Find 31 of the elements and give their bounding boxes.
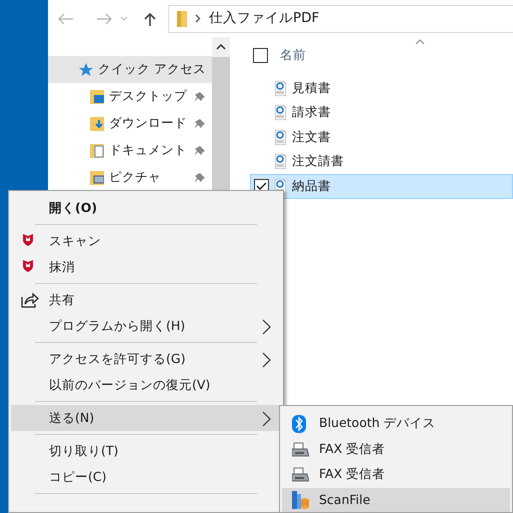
- menu-item[interactable]: 抹消: [11, 254, 281, 280]
- nav-item[interactable]: デスクトップ: [48, 83, 212, 110]
- file-row[interactable]: 請求書: [250, 100, 513, 125]
- column-header[interactable]: 名前: [280, 46, 306, 64]
- file-name: 請求書: [292, 103, 331, 122]
- address-bar[interactable]: 仕入ファイルPDF: [168, 4, 513, 32]
- menu-item[interactable]: アクセスを許可する(G): [11, 346, 281, 372]
- file-row[interactable]: 注文請書: [250, 150, 513, 174]
- file-row[interactable]: 納品書: [250, 174, 513, 198]
- nav-item[interactable]: クイック アクセス: [48, 56, 212, 83]
- menu-item[interactable]: スキャン: [11, 228, 281, 254]
- submenu-item[interactable]: Bluetooth デバイス: [282, 411, 510, 436]
- nav-item[interactable]: ドキュメント: [48, 137, 212, 164]
- submenu-item[interactable]: FAX 受信者: [282, 462, 510, 488]
- menu-item[interactable]: 以前のバージョンの復元(V): [11, 372, 281, 398]
- menu-item[interactable]: 送る(N): [11, 405, 281, 431]
- menu-item[interactable]: 共有: [11, 287, 281, 313]
- file-name: 納品書: [292, 176, 331, 195]
- file-row[interactable]: 注文書: [250, 125, 513, 150]
- nav-item[interactable]: ピクチャ: [48, 164, 212, 191]
- nav-item[interactable]: ダウンロード: [48, 110, 212, 137]
- submenu-item[interactable]: ScanFile: [282, 488, 510, 512]
- file-row[interactable]: 見積書: [250, 76, 513, 100]
- menu-item[interactable]: プログラムから開く(H): [11, 313, 281, 339]
- submenu-item[interactable]: FAX 受信者: [282, 436, 510, 462]
- file-name: 注文請書: [292, 152, 344, 170]
- menu-item[interactable]: コピー(C): [11, 464, 281, 490]
- file-name: 注文書: [292, 128, 331, 146]
- file-name: 見積書: [292, 78, 331, 97]
- menu-item[interactable]: 切り取り(T): [11, 438, 281, 464]
- folder-path: 仕入ファイルPDF: [209, 9, 320, 28]
